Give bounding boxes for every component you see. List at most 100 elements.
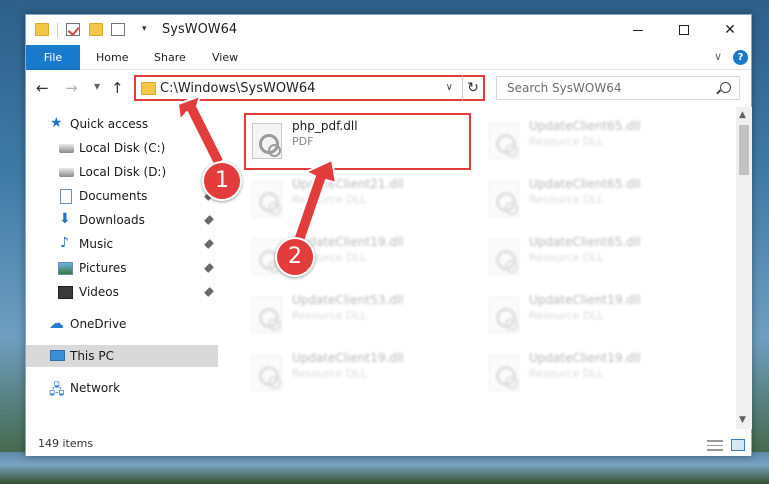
sidebar-item-label: Music [79,237,114,251]
sidebar-item-music[interactable]: ♪ Music [26,233,218,255]
tab-view[interactable]: View [212,45,238,70]
sidebar-item-downloads[interactable]: ⬇ Downloads [26,209,218,231]
file-name: UpdateClient65.dll [529,119,641,133]
file-tile[interactable]: UpdateClient65.dll Resource DLL [481,173,701,225]
navigation-toolbar: ← → ▼ ↑ C:\Windows\SysWOW64 ∨ ↻ Search S… [26,71,751,105]
file-tile[interactable]: UpdateClient53.dll Resource DLL [244,289,464,341]
address-path[interactable]: C:\Windows\SysWOW64 [160,81,315,96]
ribbon-tabs: File Home Share View ∨ ? [26,45,751,70]
tab-home[interactable]: Home [96,45,128,70]
sidebar-item-label: This PC [70,349,114,363]
folder-icon [35,23,49,36]
desktop-background [0,452,769,484]
search-icon[interactable] [720,82,731,93]
back-arrow-icon[interactable]: ← [36,79,49,97]
file-name: UpdateClient53.dll [292,293,404,307]
pictures-icon [58,262,73,275]
download-icon: ⬇ [59,211,71,227]
file-type: Resource DLL [292,193,367,206]
drive-icon [59,144,74,153]
dll-file-icon [489,181,519,217]
forward-arrow-icon[interactable]: → [65,79,78,97]
scroll-thumb[interactable] [739,125,749,175]
large-icons-view-icon[interactable] [731,439,745,451]
dll-file-icon [252,355,282,391]
file-name: UpdateClient65.dll [529,235,641,249]
item-count: 149 items [38,437,94,450]
file-tile[interactable]: UpdateClient19.dll Resource DLL [481,347,701,399]
sidebar-item-label: Documents [79,189,148,203]
sidebar-item-label: Pictures [79,261,127,275]
scroll-down-icon[interactable]: ▼ [739,415,746,425]
sidebar-item-onedrive[interactable]: ☁ OneDrive [26,313,218,335]
status-bar: 149 items [26,433,751,456]
drive-icon [59,168,74,177]
videos-icon [58,286,73,299]
network-icon: 🖧 [49,382,65,398]
sidebar-item-this-pc[interactable]: This PC [26,345,218,367]
minimize-icon [633,29,643,31]
sidebar-item-local-disk-d[interactable]: Local Disk (D:) [26,161,218,183]
sidebar-item-local-disk-c[interactable]: Local Disk (C:) [26,137,218,159]
sidebar-item-pictures[interactable]: Pictures [26,257,218,279]
sidebar-item-label: Network [70,381,121,395]
sidebar-item-label: Quick access [70,117,149,131]
pin-icon[interactable] [204,263,214,273]
sidebar-item-label: Videos [79,285,119,299]
recent-locations-chevron-icon[interactable]: ▼ [94,82,100,91]
expand-ribbon-chevron-icon[interactable]: ∨ [714,50,722,63]
search-placeholder: Search SysWOW64 [507,81,622,95]
quick-access-dropdown-icon[interactable]: ▾ [142,24,147,34]
search-input[interactable]: Search SysWOW64 [496,76,740,100]
sidebar-item-videos[interactable]: Videos [26,281,218,303]
details-view-icon[interactable] [707,440,723,451]
title-bar: ▾ SysWOW64 ✕ [26,15,751,45]
file-highlight-box [244,113,471,170]
documents-icon [60,189,72,204]
star-icon: ★ [50,115,63,131]
maximize-button[interactable] [661,15,707,45]
dll-file-icon [489,297,519,333]
refresh-button[interactable]: ↻ [462,75,485,101]
tab-file[interactable]: File [26,45,80,70]
sidebar-item-quick-access[interactable]: ★ Quick access [26,113,218,135]
step-1-badge: 1 [202,161,242,201]
dll-file-icon [489,123,519,159]
file-tile[interactable]: UpdateClient65.dll Resource DLL [481,231,701,283]
new-folder-icon[interactable] [89,23,103,36]
address-bar[interactable]: C:\Windows\SysWOW64 ∨ [134,75,485,101]
properties-checkmark-icon[interactable] [66,23,80,36]
dll-file-icon [252,297,282,333]
pc-icon [50,350,65,361]
scroll-up-icon[interactable]: ▲ [739,110,746,120]
toolbar-separator [57,23,58,38]
file-tile[interactable]: UpdateClient19.dll Resource DLL [244,347,464,399]
file-tile[interactable]: UpdateClient65.dll Resource DLL [481,115,701,167]
music-icon: ♪ [60,235,69,251]
pin-icon[interactable] [204,239,214,249]
file-type: Resource DLL [529,251,604,264]
up-arrow-icon[interactable]: ↑ [111,79,124,97]
tab-share[interactable]: Share [154,45,186,70]
pin-icon[interactable] [204,215,214,225]
address-folder-icon [141,82,156,95]
window-title: SysWOW64 [162,22,238,37]
vertical-scrollbar[interactable]: ▲ ▼ [736,107,752,429]
file-tile[interactable]: UpdateClient21.dll Resource DLL [244,173,464,225]
sidebar-item-documents[interactable]: Documents [26,185,218,207]
dll-file-icon [489,355,519,391]
close-icon: ✕ [724,22,736,38]
address-dropdown-chevron-icon[interactable]: ∨ [446,82,453,93]
sidebar-item-label: Local Disk (D:) [79,165,167,179]
customize-toolbar-icon[interactable] [111,23,125,36]
help-icon[interactable]: ? [733,50,748,65]
minimize-button[interactable] [615,15,661,45]
sidebar-item-label: OneDrive [70,317,127,331]
maximize-icon [679,25,689,35]
file-name: UpdateClient19.dll [292,351,404,365]
pin-icon[interactable] [204,287,214,297]
sidebar-item-network[interactable]: 🖧 Network [26,377,218,399]
file-type: Resource DLL [529,193,604,206]
close-button[interactable]: ✕ [707,15,753,45]
file-tile[interactable]: UpdateClient19.dll Resource DLL [481,289,701,341]
